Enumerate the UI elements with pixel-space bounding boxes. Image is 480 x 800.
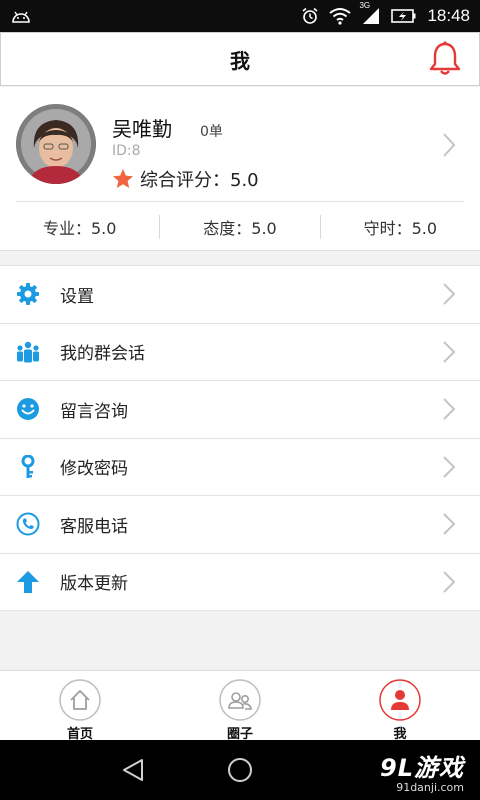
profile-card[interactable]: 吴唯勤 0单 ID:8 综合评分：5.0 专业：5.0 态度：5.0 守时：5.… bbox=[0, 87, 480, 251]
menu-item-label: 设置 bbox=[60, 286, 94, 307]
signal-icon: 3G bbox=[359, 1, 381, 25]
avatar[interactable] bbox=[16, 104, 96, 184]
user-name: 吴唯勤 bbox=[112, 117, 172, 141]
menu-item-label: 修改密码 bbox=[60, 459, 128, 480]
menu-item-version-update[interactable]: 版本更新 bbox=[0, 554, 480, 611]
menu-item-group-chat[interactable]: 我的群会话 bbox=[0, 324, 480, 381]
settings-menu: 设置 我的群会话 留言咨询 修改密码 客服电话 版本更新 bbox=[0, 265, 480, 611]
gear-icon bbox=[16, 282, 40, 306]
overall-rating-label: 综合评分：5.0 bbox=[140, 170, 259, 191]
group-icon bbox=[16, 340, 40, 364]
nav-tab-me[interactable]: 我 bbox=[320, 671, 480, 742]
menu-item-settings[interactable]: 设置 bbox=[0, 266, 480, 324]
home-button-icon[interactable] bbox=[227, 757, 253, 783]
overall-rating: 综合评分：5.0 bbox=[112, 166, 259, 192]
back-icon[interactable] bbox=[121, 758, 145, 782]
chevron-right-icon bbox=[442, 570, 456, 594]
status-bar: 3G 18:48 bbox=[0, 0, 480, 32]
menu-item-message-consult[interactable]: 留言咨询 bbox=[0, 381, 480, 439]
android-icon bbox=[10, 8, 32, 24]
chevron-right-icon bbox=[442, 282, 456, 306]
chevron-right-icon bbox=[442, 132, 456, 158]
chevron-right-icon bbox=[442, 340, 456, 364]
wifi-icon bbox=[329, 7, 352, 25]
page-header: 我 bbox=[0, 32, 480, 86]
key-icon bbox=[16, 454, 40, 479]
chevron-right-icon bbox=[442, 455, 456, 479]
arrow-up-icon bbox=[16, 570, 40, 594]
bell-icon[interactable] bbox=[425, 39, 465, 79]
menu-item-change-password[interactable]: 修改密码 bbox=[0, 439, 480, 496]
stat-professional: 专业：5.0 bbox=[42, 218, 117, 238]
watermark-logo: 9L游戏 bbox=[380, 754, 464, 782]
rating-stats: 专业：5.0 态度：5.0 守时：5.0 bbox=[0, 202, 480, 251]
user-id: ID:8 bbox=[112, 143, 141, 159]
chevron-right-icon bbox=[442, 512, 456, 536]
home-icon bbox=[59, 679, 101, 721]
circle-people-icon bbox=[219, 679, 261, 721]
battery-icon bbox=[391, 8, 417, 24]
person-icon bbox=[379, 679, 421, 721]
star-icon bbox=[112, 168, 134, 190]
menu-item-customer-service[interactable]: 客服电话 bbox=[0, 496, 480, 554]
network-type: 3G bbox=[359, 1, 371, 10]
watermark: 9L游戏 91danji.com bbox=[380, 748, 464, 794]
menu-item-label: 客服电话 bbox=[60, 516, 128, 537]
alarm-icon bbox=[301, 7, 319, 25]
phone-icon bbox=[16, 512, 40, 536]
smile-icon bbox=[16, 397, 40, 421]
menu-item-label: 我的群会话 bbox=[60, 344, 145, 365]
clock-time: 18:48 bbox=[427, 6, 470, 25]
menu-item-label: 留言咨询 bbox=[60, 401, 128, 422]
menu-item-label: 版本更新 bbox=[60, 574, 128, 595]
stat-attitude: 态度：5.0 bbox=[203, 218, 277, 238]
stat-punctuality: 守时：5.0 bbox=[363, 218, 438, 238]
chevron-right-icon bbox=[442, 397, 456, 421]
nav-tab-home[interactable]: 首页 bbox=[0, 671, 160, 742]
page-title: 我 bbox=[230, 48, 250, 73]
bottom-nav: 首页 圈子 我 bbox=[0, 670, 480, 742]
system-nav-bar: 9L游戏 91danji.com bbox=[0, 740, 480, 800]
nav-tab-circle[interactable]: 圈子 bbox=[160, 671, 320, 742]
order-count: 0单 bbox=[200, 124, 223, 140]
